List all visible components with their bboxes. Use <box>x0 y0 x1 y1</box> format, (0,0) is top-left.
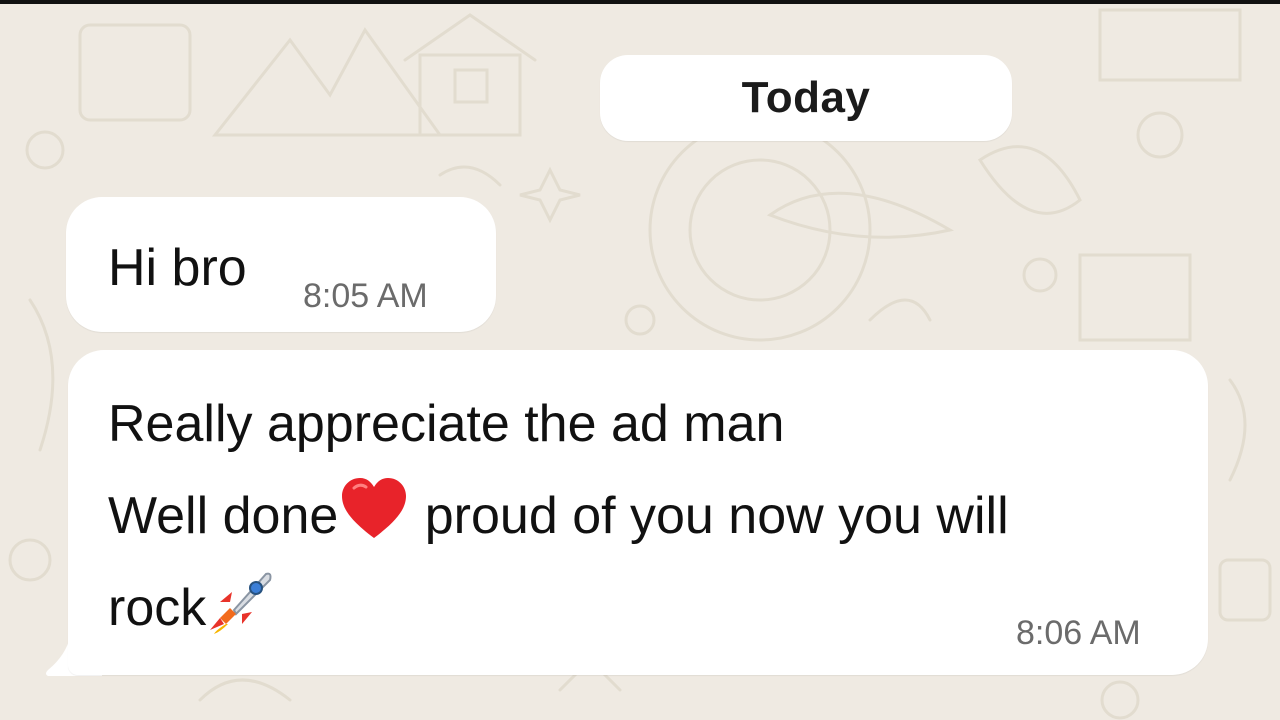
message-timestamp: 8:05 AM <box>303 277 428 315</box>
message-text-line-1: Really appreciate the ad man <box>108 395 785 453</box>
incoming-message-bubble[interactable]: Really appreciate the ad man Well done p… <box>68 350 1208 675</box>
message-text-line-3: rock <box>108 572 278 638</box>
date-separator-label: Today <box>741 73 871 122</box>
message-text-segment: rock <box>108 579 207 637</box>
incoming-message-bubble[interactable]: Hi bro 8:05 AM <box>66 197 496 332</box>
message-text-segment: proud of you now you will <box>410 487 1009 545</box>
message-text: Hi bro <box>108 239 247 297</box>
message-text-segment: Well done <box>108 487 339 545</box>
heart-emoji <box>342 478 407 539</box>
message-timestamp: 8:06 AM <box>1016 614 1141 652</box>
date-separator-chip: Today <box>600 55 1012 141</box>
message-text-line-2: Well done proud of you now you will <box>108 478 1009 546</box>
rocket-emoji <box>210 572 272 635</box>
